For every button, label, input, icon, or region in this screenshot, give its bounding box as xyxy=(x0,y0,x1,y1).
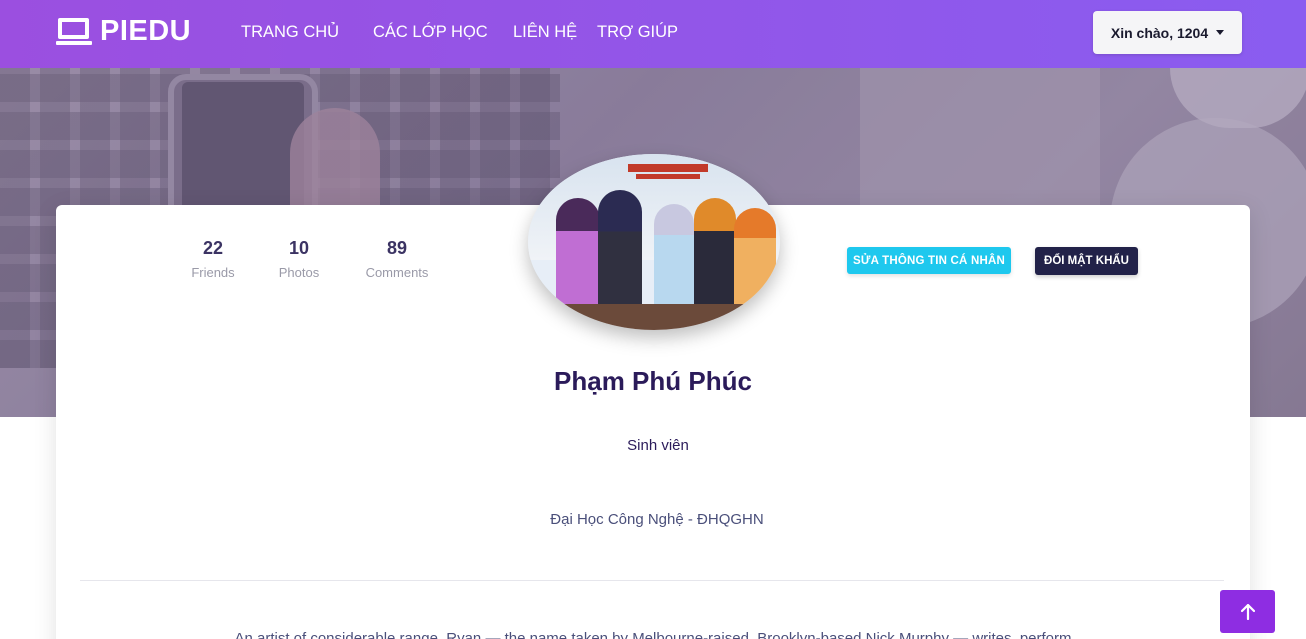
stat-friends-label: Friends xyxy=(191,265,235,280)
change-password-button[interactable]: ĐỔI MẬT KHẨU xyxy=(1035,247,1138,275)
divider xyxy=(80,580,1224,581)
stat-friends-value: 22 xyxy=(202,238,224,258)
profile-school: Đại Học Công Nghệ - ĐHQGHN xyxy=(550,511,764,528)
stat-photos-value: 10 xyxy=(288,238,310,258)
brand-logo[interactable]: PIEDU xyxy=(56,15,191,47)
nav-link-help[interactable]: TRỢ GIÚP xyxy=(597,22,678,42)
navbar: PIEDU TRANG CHỦ CÁC LỚP HỌC LIÊN HỆ TRỢ … xyxy=(0,0,1306,68)
stat-comments-label: Comments xyxy=(365,265,429,280)
user-menu-label: Xin chào, 1204 xyxy=(1110,24,1209,41)
profile-role: Sinh viên xyxy=(627,437,689,454)
stat-comments-value: 89 xyxy=(386,238,408,258)
nav-link-classes[interactable]: CÁC LỚP HỌC xyxy=(373,22,488,42)
profile-bio: An artist of considerable range, Ryan — … xyxy=(234,630,1072,639)
brand-name: PIEDU xyxy=(100,15,192,47)
edit-profile-button[interactable]: SỬA THÔNG TIN CÁ NHÂN xyxy=(847,247,1011,274)
stat-photos-label: Photos xyxy=(278,265,320,280)
stat-friends: 22 Friends xyxy=(188,238,238,280)
stat-photos: 10 Photos xyxy=(274,238,324,280)
arrow-up-icon xyxy=(1240,603,1255,620)
nav-link-contact[interactable]: LIÊN HỆ xyxy=(513,22,577,42)
user-menu-button[interactable]: Xin chào, 1204 xyxy=(1093,11,1242,54)
profile-avatar[interactable] xyxy=(528,154,780,330)
scroll-top-button[interactable] xyxy=(1220,590,1275,633)
profile-name: Phạm Phú Phúc xyxy=(554,366,752,396)
monitor-icon xyxy=(56,16,92,46)
caret-down-icon xyxy=(1216,30,1225,35)
nav-link-home[interactable]: TRANG CHỦ xyxy=(241,22,339,42)
stat-comments: 89 Comments xyxy=(358,238,436,280)
